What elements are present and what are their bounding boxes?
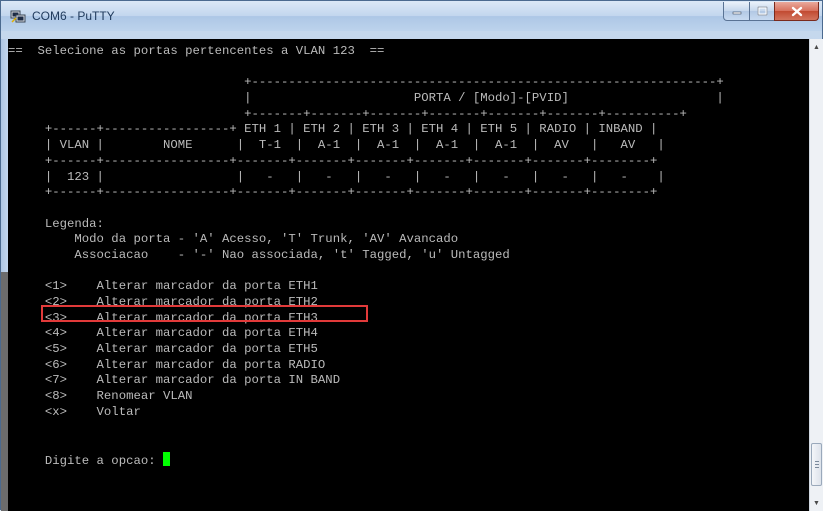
maximize-button[interactable] [749,2,775,21]
terminal-line: +------+-----------------+-------+------… [8,153,658,168]
terminal-screen[interactable]: == Selecione as portas pertencentes a VL… [8,39,809,511]
terminal-line: Modo da porta - 'A' Acesso, 'T' Trunk, '… [8,232,459,247]
terminal-line: | PORTA / [Modo]-[PVID] | [8,91,724,106]
vertical-scrollbar[interactable]: ▲ ▼ [809,39,823,511]
scroll-up-arrow-icon[interactable]: ▲ [810,39,823,55]
terminal-line: +---------------------------------------… [8,75,724,90]
minimize-icon [732,11,741,15]
window-left-frame [1,39,8,511]
terminal-line: +------+-----------------+ ETH 1 | ETH 2… [8,122,658,137]
terminal-line: +-------+-------+-------+-------+-------… [8,106,687,121]
terminal-cursor [162,451,171,466]
terminal-line: <x> Voltar [8,404,141,419]
terminal-line: <6> Alterar marcador da porta RADIO [8,357,326,372]
close-button[interactable] [774,2,819,21]
terminal-line: <4> Alterar marcador da porta ETH4 [8,326,318,341]
terminal-line: <5> Alterar marcador da porta ETH5 [8,342,318,357]
minimize-button[interactable] [723,2,750,21]
terminal-line: Associacao - '-' Nao associada, 't' Tagg… [8,247,510,262]
maximize-icon [757,6,767,16]
terminal-line: +------+-----------------+-------+------… [8,185,658,200]
terminal-line: | VLAN | NOME | T-1 | A-1 | A-1 | A-1 | … [8,138,665,153]
terminal-line: <8> Renomear VLAN [8,389,193,404]
window-title: COM6 - PuTTY [32,9,115,23]
terminal-text: == Selecione as portas pertencentes a VL… [8,44,724,468]
title-bar[interactable]: COM6 - PuTTY [1,1,822,31]
terminal-line: == Selecione as portas pertencentes a VL… [8,44,385,58]
terminal-line: Digite a opcao: [8,451,724,468]
scroll-thumb[interactable] [811,443,822,486]
highlight-option-1 [41,305,368,322]
terminal-line: | 123 | | - | - | - | - | - | - | - | [8,169,665,184]
close-icon [791,6,802,16]
terminal-line: Legenda: [8,216,104,231]
putty-icon[interactable] [10,8,26,24]
scroll-down-arrow-icon[interactable]: ▼ [810,495,823,511]
terminal-line: <7> Alterar marcador da porta IN BAND [8,373,341,388]
terminal-line: <1> Alterar marcador da porta ETH1 [8,279,318,294]
putty-window: COM6 - PuTTY == Selecione as portas pert… [0,0,823,511]
frame-shadow [1,272,8,511]
